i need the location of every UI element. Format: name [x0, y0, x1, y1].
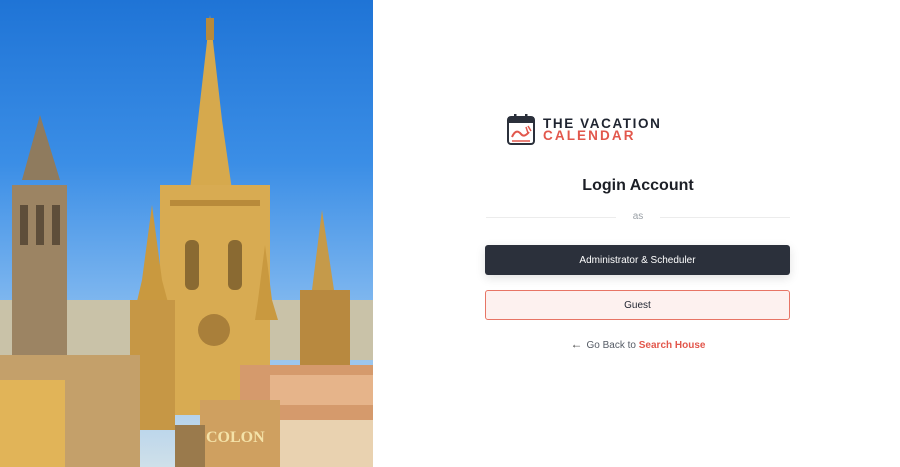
brand-name-line2: CALENDAR	[543, 128, 636, 143]
go-back-prefix: Go Back to	[586, 340, 636, 351]
cathedral-illustration: COLON	[0, 15, 373, 467]
guest-login-button[interactable]: Guest	[485, 290, 790, 320]
divider-label: as	[632, 211, 644, 222]
search-house-link[interactable]: Search House	[639, 340, 706, 351]
brand-logo: THE VACATION CALENDAR	[506, 113, 661, 147]
hero-image-cathedral: COLON	[0, 0, 373, 467]
hero-sign-text: COLON	[206, 429, 265, 446]
admin-login-button[interactable]: Administrator & Scheduler	[485, 245, 790, 275]
divider: as	[486, 211, 790, 222]
page-title: Login Account	[582, 177, 694, 194]
arrow-left-icon: ←	[570, 337, 583, 351]
go-back-link[interactable]: ← Go Back to Search House	[373, 337, 900, 351]
calendar-wave-logo-icon	[507, 114, 535, 145]
login-panel: THE VACATION CALENDAR Login Account as A…	[373, 0, 900, 467]
